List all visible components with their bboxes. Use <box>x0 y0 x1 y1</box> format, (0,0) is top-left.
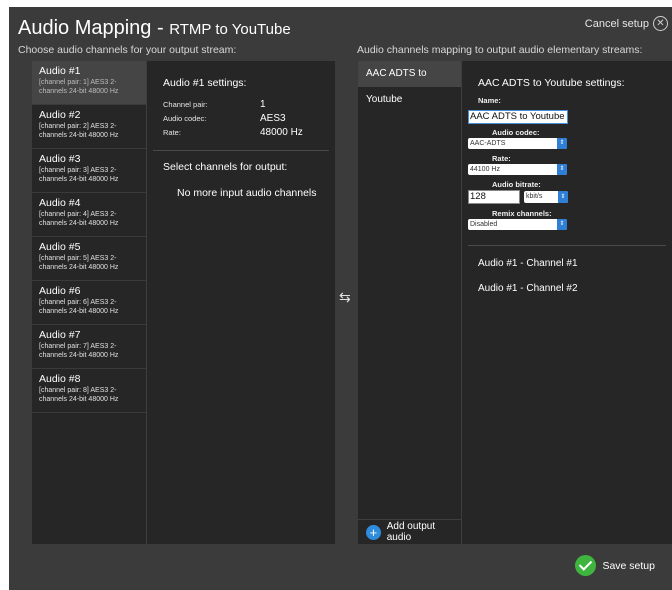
input-audio-name: Audio #1 <box>39 65 81 77</box>
input-audio-desc: [channel pair: 3] AES3 2-channels 24-bit… <box>39 167 119 183</box>
dialog-title-sub: RTMP to YouTube <box>169 21 291 38</box>
input-codec-label: Audio codec: <box>163 114 207 123</box>
input-audio-name: Audio #2 <box>39 109 81 121</box>
input-audio-desc: [channel pair: 1] AES3 2-channels 24-bit… <box>39 79 119 95</box>
left-section-label: Choose audio channels for your output st… <box>18 44 237 56</box>
chevron-updown-icon: ⇕ <box>557 137 567 149</box>
input-rate-label: Rate: <box>163 128 181 137</box>
output-audio-list: AAC ADTS to Youtube + Add output audio <box>358 61 462 544</box>
input-audio-desc: [channel pair: 4] AES3 2-channels 24-bit… <box>39 211 119 227</box>
rate-select[interactable]: 44100 Hz ⇕ <box>468 163 567 175</box>
input-audio-name: Audio #7 <box>39 329 81 341</box>
remix-channels-label: Remix channels: <box>492 208 552 218</box>
audio-codec-select[interactable]: AAC-ADTS ⇕ <box>468 137 567 149</box>
input-audio-item[interactable]: Audio #7 [channel pair: 7] AES3 2-channe… <box>32 325 146 369</box>
input-audio-desc: [channel pair: 5] AES3 2-channels 24-bit… <box>39 255 119 271</box>
remix-channels-value: Disabled <box>470 220 498 228</box>
cancel-setup-button[interactable]: Cancel setup ✕ <box>585 16 668 31</box>
chevron-updown-icon: ⇕ <box>557 163 567 175</box>
name-input[interactable] <box>468 109 568 124</box>
input-audio-name: Audio #6 <box>39 285 81 297</box>
audio-bitrate-input[interactable] <box>468 189 520 204</box>
input-codec-value: AES3 <box>260 113 286 124</box>
input-audio-desc: [channel pair: 2] AES3 2-channels 24-bit… <box>39 123 119 139</box>
audio-codec-label: Audio codec: <box>492 127 540 137</box>
mapped-channel-item: Audio #1 - Channel #2 <box>478 282 578 294</box>
save-setup-label: Save setup <box>602 559 655 572</box>
dialog-title: Audio Mapping - RTMP to YouTube <box>18 17 291 40</box>
input-audio-name: Audio #3 <box>39 153 81 165</box>
cancel-setup-label: Cancel setup <box>584 17 649 30</box>
bitrate-row: kbit/s ⇕ <box>468 189 672 204</box>
checkmark-icon <box>575 555 597 576</box>
input-audio-list: Audio #1 [channel pair: 1] AES3 2-channe… <box>32 61 147 544</box>
audio-codec-value: AAC-ADTS <box>470 139 506 147</box>
rate-label: Rate: <box>492 153 511 163</box>
input-audio-name: Audio #8 <box>39 373 81 385</box>
select-channels-title: Select channels for output: <box>163 161 288 173</box>
plus-icon: + <box>366 524 381 540</box>
divider <box>153 150 329 151</box>
input-rate-row: Rate: 48000 Hz <box>147 127 335 138</box>
close-icon: ✕ <box>653 16 668 31</box>
chevron-updown-icon: ⇕ <box>557 218 567 230</box>
remix-channels-select[interactable]: Disabled ⇕ <box>468 218 567 230</box>
channel-pair-value: 1 <box>260 99 266 110</box>
audio-mapping-dialog: Audio Mapping - RTMP to YouTube Cancel s… <box>9 7 672 590</box>
add-output-audio-label: Add output audio <box>386 521 436 543</box>
input-channels-panel: Audio #1 [channel pair: 1] AES3 2-channe… <box>32 61 335 544</box>
audio-bitrate-label: Audio bitrate: <box>492 179 541 189</box>
input-settings-pane: Audio #1 settings: Channel pair: 1 Audio… <box>147 61 335 544</box>
rate-value: 44100 Hz <box>470 165 500 173</box>
right-section-label: Audio channels mapping to output audio e… <box>357 44 643 56</box>
channel-pair-row: Channel pair: 1 <box>147 99 335 110</box>
divider <box>468 244 666 246</box>
input-audio-item[interactable]: Audio #6 [channel pair: 6] AES3 2-channe… <box>32 281 146 325</box>
input-audio-item[interactable]: Audio #3 [channel pair: 3] AES3 2-channe… <box>32 149 146 193</box>
save-setup-button[interactable]: Save setup <box>575 555 655 576</box>
bitrate-unit-select[interactable]: kbit/s ⇕ <box>524 190 568 203</box>
input-audio-item[interactable]: Audio #4 [channel pair: 4] AES3 2-channe… <box>32 193 146 237</box>
input-rate-value: 48000 Hz <box>260 127 303 138</box>
dialog-title-main: Audio Mapping - <box>18 17 170 39</box>
input-audio-name: Audio #5 <box>39 241 81 253</box>
input-audio-item[interactable]: Audio #2 [channel pair: 2] AES3 2-channe… <box>32 105 146 149</box>
input-audio-desc: [channel pair: 6] AES3 2-channels 24-bit… <box>39 299 119 315</box>
no-channels-message: No more input audio channels <box>177 187 317 199</box>
input-codec-row: Audio codec: AES3 <box>147 113 335 124</box>
input-audio-desc: [channel pair: 8] AES3 2-channels 24-bit… <box>39 387 119 403</box>
input-audio-item[interactable]: Audio #5 [channel pair: 5] AES3 2-channe… <box>32 237 146 281</box>
output-settings-pane: AAC ADTS to Youtube settings: Name: Audi… <box>462 61 672 544</box>
bitrate-unit-value: kbit/s <box>526 192 543 200</box>
input-audio-item[interactable]: Audio #1 [channel pair: 1] AES3 2-channe… <box>32 61 146 105</box>
input-audio-name: Audio #4 <box>39 197 81 209</box>
swap-arrows-icon[interactable]: ⇆ <box>339 289 351 306</box>
input-audio-item[interactable]: Audio #8 [channel pair: 8] AES3 2-channe… <box>32 369 146 413</box>
name-label: Name: <box>478 96 501 105</box>
add-output-audio-button[interactable]: + Add output audio <box>358 519 461 544</box>
channel-pair-label: Channel pair: <box>163 100 208 109</box>
output-audio-item[interactable]: AAC ADTS to Youtube <box>358 61 461 105</box>
input-settings-title: Audio #1 settings: <box>163 77 247 89</box>
mapped-channel-item: Audio #1 - Channel #1 <box>478 257 578 269</box>
output-settings-title: AAC ADTS to Youtube settings: <box>478 77 625 89</box>
chevron-updown-icon: ⇕ <box>558 190 568 203</box>
output-mapping-panel: AAC ADTS to Youtube + Add output audio A… <box>358 61 672 544</box>
input-audio-desc: [channel pair: 7] AES3 2-channels 24-bit… <box>39 343 119 359</box>
